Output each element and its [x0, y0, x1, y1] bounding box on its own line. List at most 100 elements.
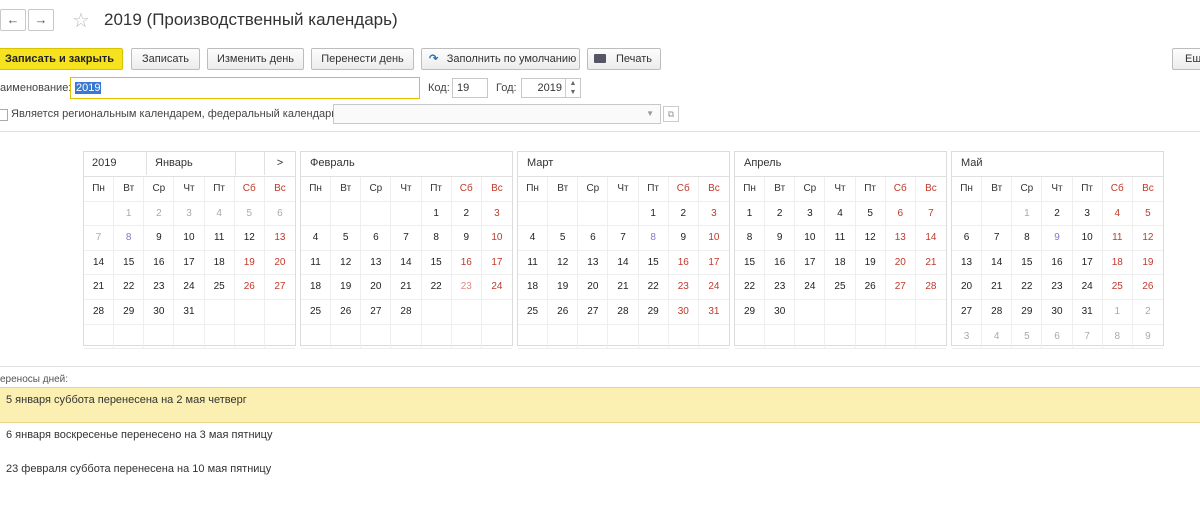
name-input[interactable]: 2019	[70, 77, 420, 99]
day-cell[interactable]: 19	[548, 275, 579, 300]
day-cell[interactable]: 13	[952, 250, 983, 276]
transfer-row[interactable]: 6 января воскресенье перенесено на 3 мая…	[0, 424, 1200, 446]
day-cell[interactable]: 7	[391, 226, 422, 251]
day-cell[interactable]: 14	[608, 250, 639, 276]
day-cell[interactable]: 2	[144, 201, 175, 227]
day-cell[interactable]: 2	[1042, 201, 1073, 227]
day-cell[interactable]: 28	[391, 299, 422, 325]
day-cell[interactable]: 3	[698, 202, 729, 227]
day-cell[interactable]: 12	[331, 250, 362, 276]
day-cell[interactable]: 31	[174, 299, 205, 325]
day-cell[interactable]: 15	[114, 250, 145, 276]
day-cell[interactable]: 10	[1072, 226, 1103, 251]
day-cell[interactable]: 9	[144, 226, 175, 251]
day-cell[interactable]: 5	[1012, 324, 1043, 350]
day-cell[interactable]: 28	[84, 299, 115, 325]
day-cell[interactable]: 27	[361, 299, 392, 325]
federal-calendar-select[interactable]: ▼	[333, 104, 661, 124]
day-cell[interactable]: 4	[1102, 201, 1133, 227]
day-cell[interactable]: 26	[855, 275, 886, 300]
change-day-button[interactable]: Изменить день	[207, 48, 304, 70]
back-button[interactable]: ←	[0, 9, 26, 31]
day-cell[interactable]: 30	[668, 299, 699, 325]
day-cell[interactable]: 17	[795, 250, 826, 276]
day-cell[interactable]: 30	[144, 299, 175, 325]
day-cell[interactable]: 20	[264, 251, 295, 276]
day-cell[interactable]: 9	[765, 226, 796, 251]
day-cell[interactable]: 8	[1102, 324, 1133, 350]
day-cell[interactable]: 10	[174, 226, 205, 251]
open-link-icon[interactable]: ⧉	[663, 106, 679, 122]
day-cell[interactable]: 7	[84, 226, 115, 251]
day-cell[interactable]: 26	[331, 299, 362, 325]
day-cell[interactable]: 12	[1132, 226, 1163, 251]
day-cell[interactable]: 11	[204, 226, 235, 251]
day-cell[interactable]: 19	[1132, 251, 1163, 276]
day-cell[interactable]: 18	[204, 250, 235, 276]
day-cell[interactable]: 7	[915, 202, 946, 227]
day-cell[interactable]: 1	[421, 201, 452, 227]
day-cell[interactable]: 16	[144, 250, 175, 276]
day-cell[interactable]: 27	[885, 275, 916, 300]
day-cell[interactable]: 13	[885, 226, 916, 251]
day-cell[interactable]: 6	[264, 202, 295, 227]
day-cell[interactable]: 16	[765, 250, 796, 276]
day-cell[interactable]: 27	[578, 299, 609, 325]
day-cell[interactable]: 24	[698, 275, 729, 300]
day-cell[interactable]: 18	[518, 275, 549, 300]
day-cell[interactable]: 14	[84, 250, 115, 276]
day-cell[interactable]: 5	[331, 226, 362, 251]
day-cell[interactable]: 17	[1072, 250, 1103, 276]
day-cell[interactable]: 27	[952, 299, 983, 325]
day-cell[interactable]: 12	[234, 226, 265, 251]
day-cell[interactable]: 5	[855, 201, 886, 227]
day-cell[interactable]: 8	[421, 226, 452, 251]
day-cell[interactable]: 1	[638, 201, 669, 227]
day-cell[interactable]: 22	[114, 275, 145, 300]
day-cell[interactable]: 7	[982, 226, 1013, 251]
day-cell[interactable]: 9	[668, 226, 699, 251]
day-cell[interactable]: 23	[765, 275, 796, 300]
day-cell[interactable]: 21	[391, 275, 422, 300]
day-cell[interactable]: 5	[1132, 202, 1163, 227]
day-cell[interactable]: 31	[1072, 299, 1103, 325]
day-cell[interactable]: 6	[1042, 324, 1073, 350]
day-cell[interactable]: 21	[915, 251, 946, 276]
day-cell[interactable]: 24	[481, 275, 512, 300]
day-cell[interactable]: 19	[331, 275, 362, 300]
day-cell[interactable]: 20	[578, 275, 609, 300]
save-button[interactable]: Записать	[131, 48, 200, 70]
day-cell[interactable]: 3	[952, 324, 983, 350]
day-cell[interactable]: 28	[982, 299, 1013, 325]
regional-checkbox[interactable]	[0, 109, 8, 121]
day-cell[interactable]: 15	[1012, 250, 1043, 276]
day-cell[interactable]: 8	[1012, 226, 1043, 251]
day-cell[interactable]: 17	[698, 251, 729, 276]
day-cell[interactable]: 25	[825, 275, 856, 300]
day-cell[interactable]: 8	[735, 226, 766, 251]
day-cell[interactable]: 29	[735, 299, 766, 325]
day-cell[interactable]: 8	[114, 226, 145, 251]
day-cell[interactable]: 4	[518, 226, 549, 251]
day-cell[interactable]: 15	[735, 250, 766, 276]
day-cell[interactable]: 18	[301, 275, 332, 300]
day-cell[interactable]: 29	[638, 299, 669, 325]
favorite-star-icon[interactable]: ☆	[72, 8, 90, 33]
day-cell[interactable]: 25	[1102, 275, 1133, 300]
day-cell[interactable]: 30	[1042, 299, 1073, 325]
day-cell[interactable]: 29	[114, 299, 145, 325]
day-cell[interactable]: 23	[451, 275, 482, 300]
save-close-button[interactable]: Записать и закрыть	[0, 48, 123, 70]
day-cell[interactable]: 3	[795, 201, 826, 227]
dropdown-arrow-icon[interactable]: ▼	[646, 105, 654, 123]
day-cell[interactable]: 21	[982, 275, 1013, 300]
day-cell[interactable]: 10	[795, 226, 826, 251]
day-cell[interactable]: 13	[578, 250, 609, 276]
day-cell[interactable]: 24	[795, 275, 826, 300]
day-cell[interactable]: 22	[735, 275, 766, 300]
day-cell[interactable]: 21	[84, 275, 115, 300]
day-cell[interactable]: 1	[1012, 201, 1043, 227]
day-cell[interactable]: 23	[668, 275, 699, 300]
day-cell[interactable]: 16	[451, 250, 482, 276]
day-cell[interactable]: 13	[264, 226, 295, 251]
